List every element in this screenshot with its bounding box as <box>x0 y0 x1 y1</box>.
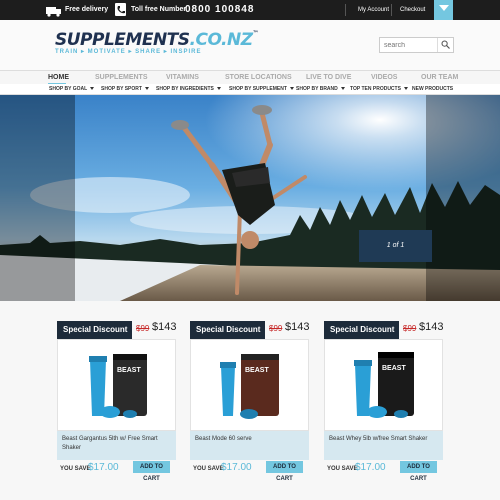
product-card: Special Discount $99 $143 BEAST Beast Wh… <box>324 321 443 483</box>
new-price: $143 <box>152 321 177 333</box>
product-image[interactable]: BEAST <box>57 339 176 431</box>
subnav-label: SHOP BY BRAND <box>296 86 338 92</box>
you-save-value: $17.00 <box>355 462 386 473</box>
top-bar: Free delivery Toll free Number 0800 1008… <box>0 0 500 20</box>
subnav-new-products[interactable]: NEW PRODUCTS <box>412 84 453 95</box>
old-price: $99 <box>269 324 283 333</box>
search-button[interactable] <box>437 38 453 52</box>
chevron-down-icon <box>403 87 408 91</box>
hero-image <box>0 95 500 301</box>
logo[interactable]: SUPPLEMENTS.CO.NZ™ TRAIN ▸ MOTIVATE ▸ SH… <box>55 30 259 55</box>
you-save-value: $17.00 <box>221 462 252 473</box>
checkout-link[interactable]: Checkout <box>400 0 425 20</box>
you-save-label: YOU SAVE <box>193 466 224 472</box>
new-price: $143 <box>419 321 444 333</box>
free-delivery-text: Free delivery <box>65 6 109 13</box>
nav-supplements[interactable]: SUPPLEMENTS <box>95 71 148 85</box>
tub-label: BEAST <box>117 367 141 374</box>
chevron-down-icon <box>289 87 294 91</box>
add-to-cart-button[interactable]: ADD TO CART <box>400 461 437 482</box>
discount-badge: Special Discount <box>57 321 132 339</box>
tollfree-number[interactable]: 0800 100848 <box>185 0 254 20</box>
nav-live-to-dive[interactable]: LIVE TO DIVE <box>306 71 351 85</box>
chevron-down-icon <box>144 87 149 91</box>
sub-nav: SHOP BY GOAL SHOP BY SPORT SHOP BY INGRE… <box>0 84 500 95</box>
chevron-down-icon <box>340 87 345 91</box>
nav-vitamins[interactable]: VITAMINS <box>166 71 199 85</box>
subnav-label: SHOP BY SUPPLEMENT <box>229 86 287 92</box>
product-card: Special Discount $99 $143 BEAST Beast Mo… <box>190 321 309 483</box>
subnav-shop-by-supplement[interactable]: SHOP BY SUPPLEMENT <box>229 84 294 95</box>
subnav-shop-by-brand[interactable]: SHOP BY BRAND <box>296 84 345 95</box>
slide-indicator: 1 of 1 <box>359 230 432 262</box>
subnav-shop-by-ingredients[interactable]: SHOP BY INGREDIENTS <box>156 84 221 95</box>
divider <box>391 4 392 16</box>
subnav-label: NEW PRODUCTS <box>412 86 454 92</box>
you-save-value: $17.00 <box>88 462 119 473</box>
add-to-cart-button[interactable]: ADD TO CART <box>133 461 170 482</box>
product-name[interactable]: Beast Gargantus 5lth w/ Free Smart Shake… <box>57 431 176 460</box>
subnav-label: SHOP BY GOAL <box>49 86 88 92</box>
product-name[interactable]: Beast Whey 5lb w/free Smart Shaker <box>324 431 443 460</box>
tub <box>241 356 279 416</box>
subnav-shop-by-goal[interactable]: SHOP BY GOAL <box>49 84 95 95</box>
chevron-down-icon <box>439 5 449 11</box>
chevron-down-icon <box>90 87 95 91</box>
add-to-cart-button[interactable]: ADD TO CART <box>266 461 303 482</box>
new-price: $143 <box>285 321 310 333</box>
tub-label: BEAST <box>382 365 406 372</box>
product-card: Special Discount $99 $143 BEAST Beast Ga… <box>57 321 176 483</box>
you-save-label: YOU SAVE <box>60 466 91 472</box>
product-image[interactable]: BEAST <box>324 339 443 431</box>
tub-label: BEAST <box>245 367 269 374</box>
chevron-down-icon <box>216 87 221 91</box>
old-price: $99 <box>136 324 150 333</box>
logo-tm: ™ <box>252 30 259 37</box>
tub <box>378 354 414 416</box>
tub <box>113 356 147 416</box>
subnav-label: SHOP BY SPORT <box>101 86 142 92</box>
nav-store-locations[interactable]: STORE LOCATIONS <box>225 71 292 85</box>
discount-badge: Special Discount <box>190 321 265 339</box>
product-image[interactable]: BEAST <box>190 339 309 431</box>
my-account-link[interactable]: My Account <box>358 0 389 20</box>
search-box <box>379 37 454 53</box>
search-input[interactable] <box>382 39 437 51</box>
old-price: $99 <box>403 324 417 333</box>
hero-right-shade <box>426 95 500 301</box>
you-save-label: YOU SAVE <box>327 466 358 472</box>
nav-videos[interactable]: VIDEOS <box>371 71 397 85</box>
nav-our-team[interactable]: OUR TEAM <box>421 71 458 85</box>
subnav-label: SHOP BY INGREDIENTS <box>156 86 214 92</box>
product-name[interactable]: Beast Mode 60 serve <box>190 431 309 460</box>
subnav-shop-by-sport[interactable]: SHOP BY SPORT <box>101 84 149 95</box>
logo-main: SUPPLEMENTS <box>55 30 190 50</box>
phone-icon <box>115 3 126 21</box>
search-icon <box>441 40 450 49</box>
site-header: SUPPLEMENTS.CO.NZ™ TRAIN ▸ MOTIVATE ▸ SH… <box>0 20 500 70</box>
subnav-top-ten-products[interactable]: TOP TEN PRODUCTS <box>350 84 408 95</box>
hero-left-shade <box>0 95 75 301</box>
products-section: Special Discount $99 $143 BEAST Beast Ga… <box>0 301 500 500</box>
hero-slider[interactable]: 1 of 1 <box>0 95 500 301</box>
logo-tld: .CO.NZ <box>189 30 254 50</box>
tollfree-label: Toll free Number <box>131 6 187 13</box>
subnav-label: TOP TEN PRODUCTS <box>350 86 401 92</box>
account-dropdown-button[interactable] <box>434 0 453 20</box>
main-nav: HOME SUPPLEMENTS VITAMINS STORE LOCATION… <box>0 70 500 85</box>
discount-badge: Special Discount <box>324 321 399 339</box>
divider <box>345 4 346 16</box>
